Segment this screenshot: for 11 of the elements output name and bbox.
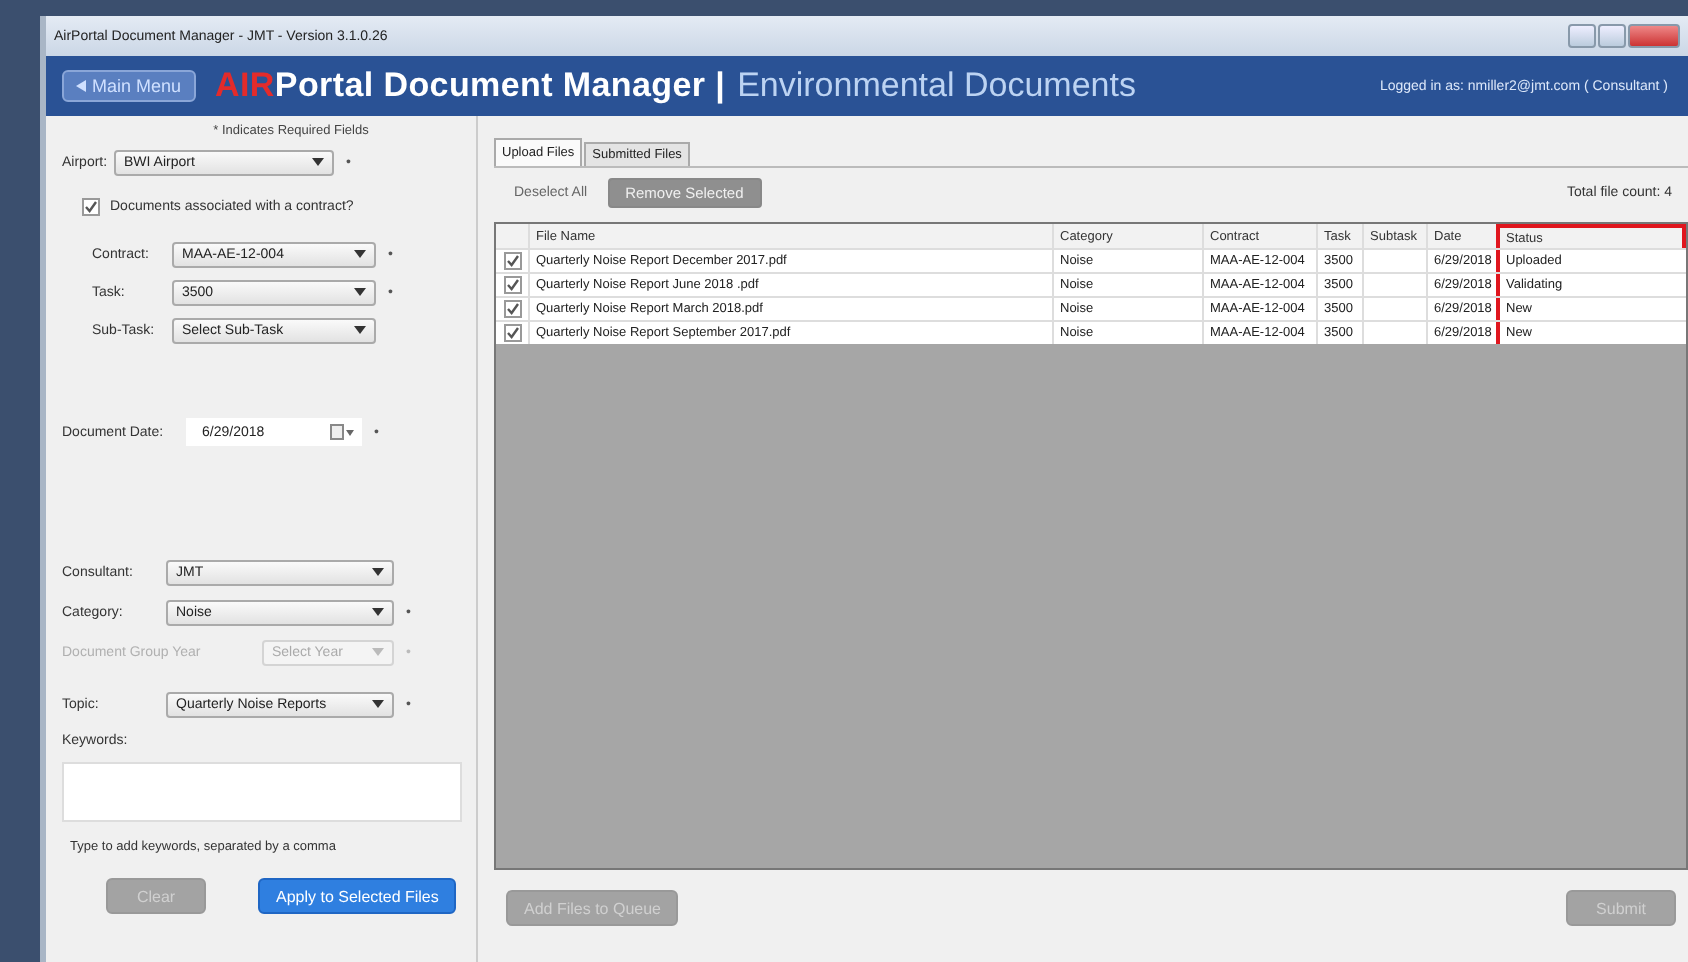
- app-title: AIRPortal Document Manager |: [215, 66, 726, 106]
- back-arrow-icon: [76, 80, 86, 92]
- checkbox[interactable]: [82, 197, 100, 215]
- section-title: Environmental Documents: [737, 66, 1136, 106]
- keywords-field[interactable]: [62, 762, 462, 822]
- calendar-icon[interactable]: [330, 424, 354, 440]
- checkbox[interactable]: [503, 276, 521, 294]
- checkbox[interactable]: [503, 300, 521, 318]
- checkbox[interactable]: [503, 324, 521, 342]
- apply-button[interactable]: Apply to Selected Files: [258, 878, 457, 914]
- checkbox[interactable]: [503, 252, 521, 270]
